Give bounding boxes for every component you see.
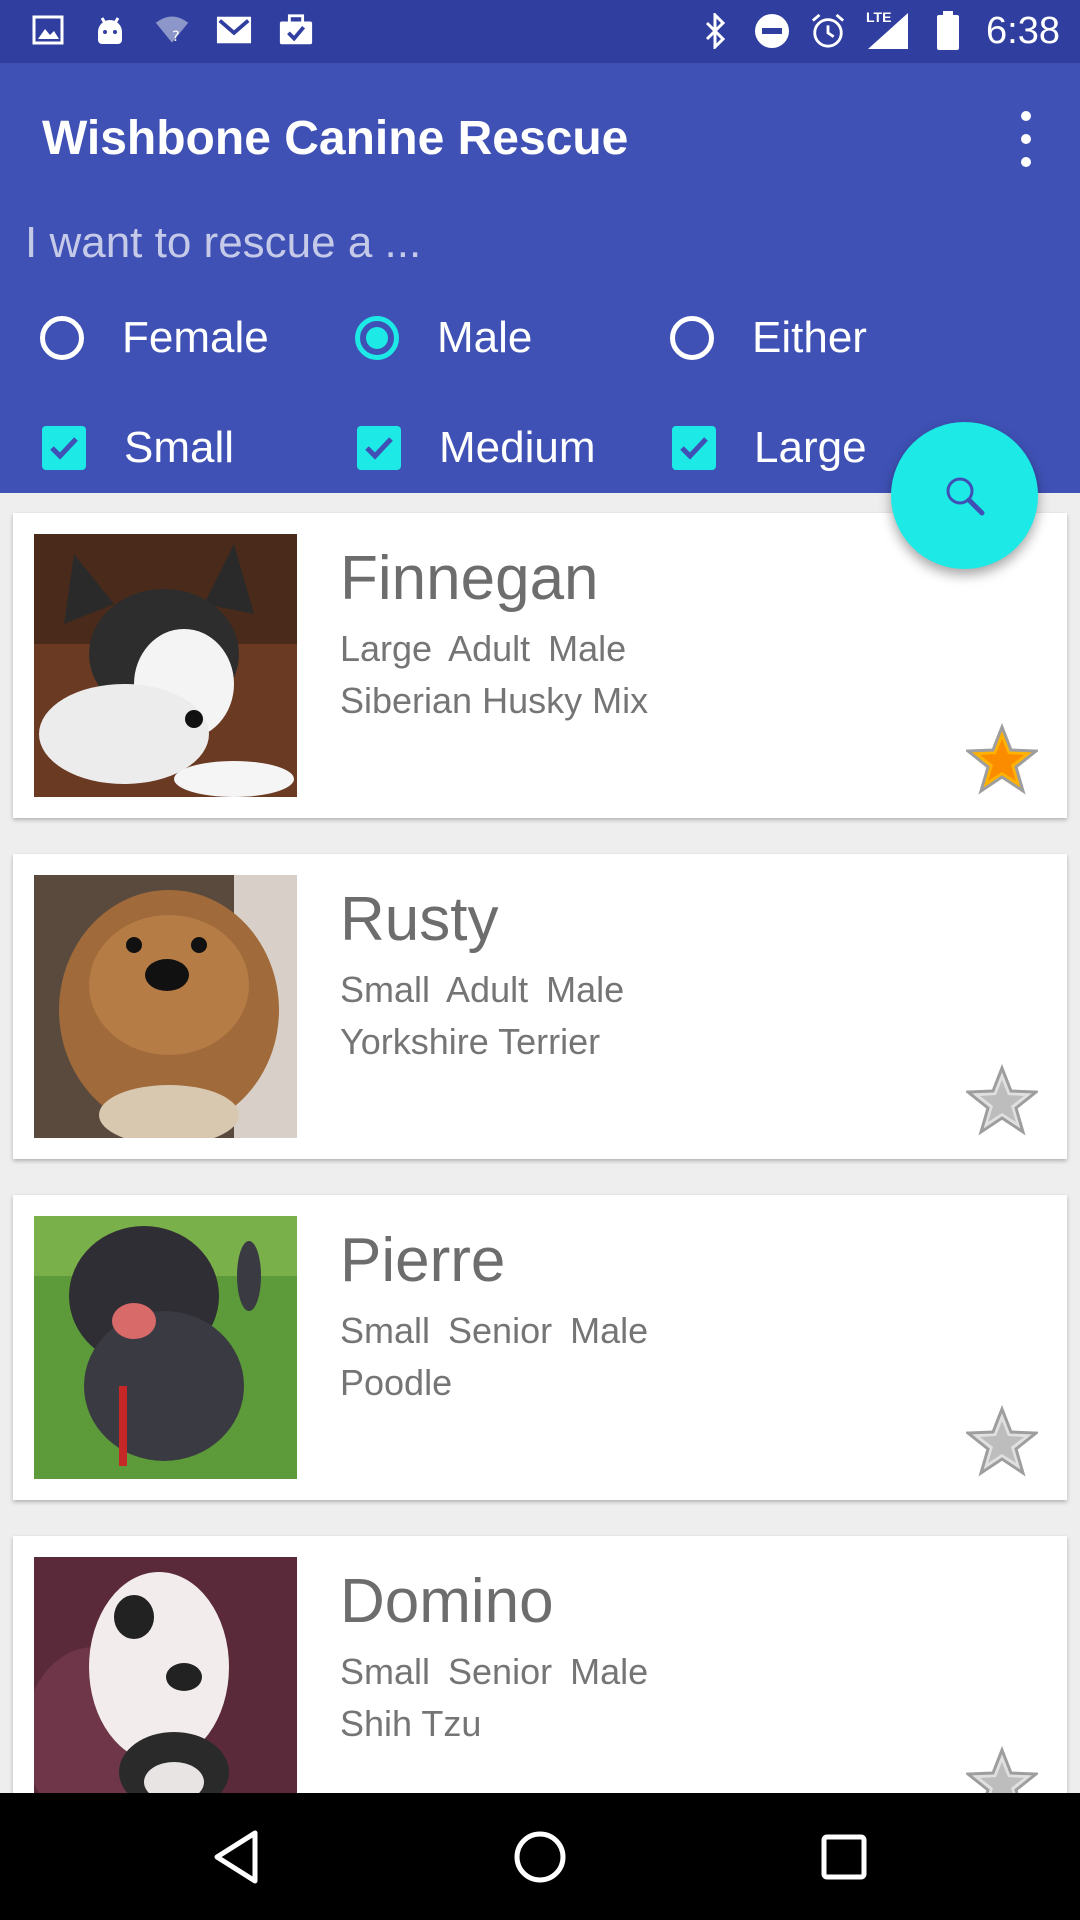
checkbox-label-small: Small	[124, 423, 235, 472]
checkbox-large[interactable]: Large	[672, 408, 867, 488]
radio-female[interactable]: Female	[40, 298, 269, 378]
svg-text:?: ?	[172, 29, 180, 45]
radio-label-either: Either	[752, 313, 867, 362]
search-icon	[946, 477, 984, 515]
android-icon	[92, 10, 128, 50]
radio-male[interactable]: Male	[355, 298, 532, 378]
image-icon	[30, 10, 66, 50]
radio-button-selected[interactable]	[355, 316, 399, 360]
search-fab[interactable]	[891, 422, 1038, 569]
briefcase-check-icon	[278, 10, 314, 50]
favorite-star-icon[interactable]	[966, 1405, 1038, 1477]
radio-button[interactable]	[670, 316, 714, 360]
dog-attributes: Small Adult Male	[340, 969, 625, 1010]
dog-name: Finnegan	[340, 544, 599, 613]
favorite-star-icon[interactable]	[966, 1746, 1038, 1793]
filter-prompt: I want to rescue a ...	[25, 218, 422, 267]
dog-attributes: Small Senior Male	[340, 1651, 649, 1692]
checkbox-checked[interactable]	[42, 426, 86, 470]
wifi-unknown-icon: ?	[154, 10, 190, 50]
radio-button[interactable]	[40, 316, 84, 360]
dog-breed: Poodle	[340, 1362, 453, 1403]
back-icon[interactable]	[204, 1825, 268, 1889]
checkbox-small[interactable]: Small	[42, 408, 234, 488]
dog-attributes: Large Adult Male	[340, 628, 627, 669]
gender-radio-group: Female Male Either	[0, 298, 1080, 398]
checkbox-checked[interactable]	[672, 426, 716, 470]
dog-card[interactable]: Rusty Small Adult Male Yorkshire Terrier	[13, 854, 1067, 1159]
dog-photo	[34, 875, 297, 1138]
dog-card[interactable]: Domino Small Senior Male Shih Tzu	[13, 1536, 1067, 1793]
dog-name: Domino	[340, 1567, 554, 1636]
navigation-bar	[0, 1793, 1080, 1920]
do-not-disturb-icon	[754, 11, 790, 51]
alarm-icon	[810, 11, 846, 51]
dog-photo	[34, 1216, 297, 1479]
radio-either[interactable]: Either	[670, 298, 867, 378]
favorite-star-icon[interactable]	[966, 1064, 1038, 1136]
dog-name: Rusty	[340, 885, 499, 954]
checkbox-checked[interactable]	[357, 426, 401, 470]
battery-icon	[930, 11, 966, 51]
home-icon[interactable]	[508, 1825, 572, 1889]
checkbox-medium[interactable]: Medium	[357, 408, 596, 488]
dog-photo	[34, 534, 297, 797]
dog-card[interactable]: Finnegan Large Adult Male Siberian Husky…	[13, 513, 1067, 818]
dog-attributes: Small Senior Male	[340, 1310, 649, 1351]
bluetooth-icon	[698, 11, 734, 51]
dog-breed: Yorkshire Terrier	[340, 1021, 601, 1062]
app-title: Wishbone Canine Rescue	[42, 112, 629, 165]
status-bar: ? LTE 6:38	[0, 0, 1080, 63]
recents-icon[interactable]	[812, 1825, 876, 1889]
dog-name: Pierre	[340, 1226, 506, 1295]
checkbox-label-medium: Medium	[439, 423, 596, 472]
checkbox-label-large: Large	[754, 423, 867, 472]
signal-icon: LTE	[866, 9, 910, 51]
gmail-icon	[216, 10, 252, 50]
dog-photo	[34, 1557, 297, 1793]
radio-label-female: Female	[122, 313, 269, 362]
network-type-label: LTE	[866, 9, 892, 25]
favorite-star-icon[interactable]	[966, 723, 1038, 795]
dog-card[interactable]: Pierre Small Senior Male Poodle	[13, 1195, 1067, 1500]
app-header: Wishbone Canine Rescue I want to rescue …	[0, 63, 1080, 493]
radio-label-male: Male	[437, 313, 533, 362]
dog-breed: Shih Tzu	[340, 1703, 482, 1744]
clock: 6:38	[986, 10, 1060, 52]
dog-list[interactable]: Finnegan Large Adult Male Siberian Husky…	[0, 493, 1080, 1793]
overflow-menu-icon[interactable]	[1008, 111, 1044, 167]
dog-breed: Siberian Husky Mix	[340, 680, 649, 721]
